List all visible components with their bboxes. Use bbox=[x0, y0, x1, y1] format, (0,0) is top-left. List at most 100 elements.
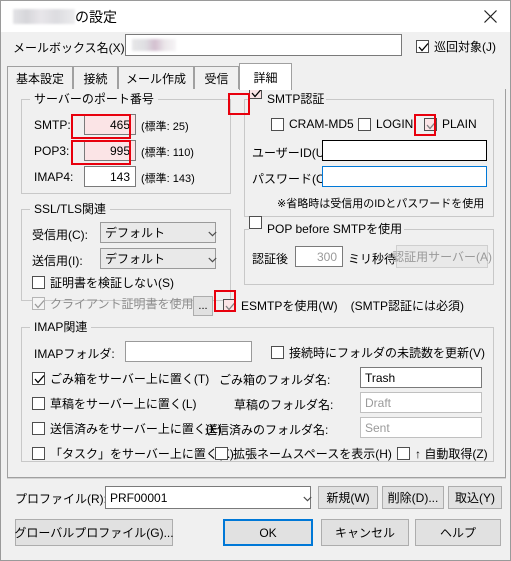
profile-select[interactable]: PRF00001 bbox=[105, 486, 312, 509]
ssl-client-cert-label: クライアント証明書を使用(F) bbox=[50, 297, 209, 311]
checkbox-box bbox=[271, 117, 284, 131]
checkbox-box bbox=[223, 299, 236, 312]
esmtp-note: (SMTP認証には必須) bbox=[350, 299, 464, 313]
profile-delete-button[interactable]: 削除(D)... bbox=[382, 486, 444, 509]
ssl-receive-select[interactable]: デフォルト bbox=[100, 222, 217, 243]
sent-folder-name-input[interactable]: Sent bbox=[360, 417, 482, 438]
auth-wait-input[interactable]: 300 bbox=[295, 246, 343, 267]
trash-folder-name-input[interactable]: Trash bbox=[360, 367, 482, 388]
title-bar: の設定 bbox=[1, 1, 510, 32]
tab-bar: 基本設定 接続 メール作成 受信 詳細 bbox=[7, 63, 506, 90]
ssl-no-verify-checkbox[interactable]: 証明書を検証しない(S) bbox=[32, 274, 174, 291]
sent-folder-name-label: 送信済みのフォルダ名: bbox=[205, 423, 329, 437]
check-icon bbox=[418, 43, 429, 52]
patrol-target-checkbox[interactable]: 巡回対象(J) bbox=[416, 38, 496, 55]
smtp-auth-plain-label: PLAIN bbox=[442, 117, 477, 131]
help-button[interactable]: ヘルプ bbox=[415, 519, 501, 546]
auto-get-checkbox[interactable]: ↑ 自動取得(Z) bbox=[397, 445, 488, 462]
trash-folder-name-label: ごみ箱のフォルダ名: bbox=[219, 373, 331, 387]
after-auth-label: 認証後 bbox=[252, 252, 289, 266]
redacted-mailbox-value bbox=[132, 39, 176, 51]
update-unread-on-connect-checkbox[interactable]: 接続時にフォルダの未読数を更新(V) bbox=[271, 344, 485, 361]
profile-import-button[interactable]: 取込(Y) bbox=[448, 486, 502, 509]
tab-mail-compose[interactable]: メール作成 bbox=[118, 66, 194, 89]
mailbox-name-input[interactable] bbox=[125, 34, 402, 56]
ssl-receive-label: 受信用(C): bbox=[32, 228, 88, 242]
mailbox-name-label: メールボックス名(X): bbox=[13, 41, 128, 55]
ssl-no-verify-label: 証明書を検証しない(S) bbox=[50, 276, 174, 290]
settings-dialog: の設定 メールボックス名(X): 巡回対象(J) 基本設定 接続 メール作成 受… bbox=[0, 0, 511, 561]
tab-label: 基本設定 bbox=[15, 71, 64, 86]
imap-group: IMAP関連 IMAPフォルダ: 接続時にフォルダの未読数を更新(V) ごみ箱を… bbox=[21, 320, 494, 462]
smtp-port-default-note: (標準: 25) bbox=[141, 121, 189, 133]
smtp-auth-login-checkbox[interactable]: LOGIN bbox=[358, 117, 413, 131]
mailbox-name-row: メールボックス名(X): 巡回対象(J) bbox=[1, 32, 510, 61]
ssl-tls-legend: SSL/TLS関連 bbox=[30, 202, 111, 216]
tab-basic-settings[interactable]: 基本設定 bbox=[7, 66, 73, 89]
smtp-auth-cram-md5-checkbox[interactable]: CRAM-MD5 bbox=[271, 117, 354, 131]
tab-label: 詳細 bbox=[253, 70, 278, 85]
pop-before-smtp-enable-checkbox[interactable] bbox=[249, 215, 262, 230]
page-title: の設定 bbox=[13, 7, 117, 27]
ok-button[interactable]: OK bbox=[223, 519, 313, 546]
check-icon bbox=[225, 302, 236, 311]
checkbox-box bbox=[32, 422, 45, 435]
tab-details[interactable]: 詳細 bbox=[239, 63, 292, 90]
draft-on-server-checkbox[interactable]: 草稿をサーバー上に置く(L) bbox=[32, 395, 197, 412]
footer-divider bbox=[7, 478, 506, 479]
check-icon bbox=[426, 120, 437, 129]
tab-receive[interactable]: 受信 bbox=[194, 66, 239, 89]
sent-on-server-checkbox[interactable]: 送信済みをサーバー上に置く(E) bbox=[32, 420, 222, 437]
task-on-server-checkbox[interactable]: 「タスク」をサーバー上に置く(K) bbox=[32, 445, 234, 462]
patrol-target-label: 巡回対象(J) bbox=[434, 40, 496, 54]
ssl-receive-value: デフォルト bbox=[105, 226, 166, 240]
ssl-send-value: デフォルト bbox=[105, 252, 166, 266]
checkbox-box bbox=[424, 117, 437, 131]
tab-label: メール作成 bbox=[126, 71, 187, 86]
smtp-auth-userid-label: ユーザーID(U): bbox=[252, 146, 332, 160]
smtp-auth-password-label: パスワード(O): bbox=[252, 172, 333, 186]
sent-on-server-label: 送信済みをサーバー上に置く(E) bbox=[50, 422, 222, 436]
auth-server-button[interactable]: 認証用サーバー(A) bbox=[392, 245, 492, 268]
tab-label: 受信 bbox=[204, 71, 229, 86]
tab-connection[interactable]: 接続 bbox=[73, 66, 118, 89]
auto-get-label: ↑ 自動取得(Z) bbox=[415, 447, 488, 461]
ssl-send-select[interactable]: デフォルト bbox=[100, 248, 217, 269]
draft-folder-name-input[interactable]: Draft bbox=[360, 392, 482, 413]
smtp-port-input[interactable]: 465 bbox=[84, 114, 136, 135]
imap4-port-input[interactable]: 143 bbox=[84, 166, 136, 187]
checkbox-box bbox=[215, 447, 228, 460]
page-title-suffix: の設定 bbox=[75, 9, 117, 25]
pop3-port-label: POP3: bbox=[34, 144, 70, 158]
smtp-auth-plain-checkbox[interactable]: PLAIN bbox=[424, 117, 477, 131]
smtp-auth-password-input[interactable] bbox=[322, 166, 487, 187]
esmtp-use-checkbox[interactable]: ESMTPを使用(W) (SMTP認証には必須) bbox=[223, 297, 464, 314]
show-extended-namespace-checkbox[interactable]: 拡張ネームスペースを表示(H) bbox=[215, 445, 392, 462]
smtp-auth-userid-input[interactable] bbox=[322, 140, 487, 161]
check-icon bbox=[34, 300, 45, 309]
task-on-server-label: 「タスク」をサーバー上に置く(K) bbox=[50, 447, 234, 461]
smtp-auth-group: SMTP認証 CRAM-MD5 LOGIN PLAIN ユーザーID(U): パ… bbox=[244, 85, 494, 217]
server-ports-legend: サーバーのポート番号 bbox=[30, 92, 158, 106]
smtp-auth-note: ※省略時は受信用のIDとパスワードを使用 bbox=[277, 198, 485, 210]
imap-folder-input[interactable] bbox=[125, 341, 252, 362]
checkbox-box bbox=[358, 117, 371, 131]
profile-label: プロファイル(R): bbox=[15, 492, 107, 506]
profile-new-button[interactable]: 新規(W) bbox=[318, 486, 378, 509]
checkbox-box bbox=[416, 40, 429, 53]
ssl-client-cert-checkbox[interactable]: クライアント証明書を使用(F) bbox=[32, 295, 209, 312]
show-extended-namespace-label: 拡張ネームスペースを表示(H) bbox=[233, 447, 392, 461]
smtp-auth-cram-md5-label: CRAM-MD5 bbox=[289, 117, 354, 131]
global-profile-button[interactable]: グローバルプロファイル(G)... bbox=[14, 519, 174, 546]
cancel-button[interactable]: キャンセル bbox=[321, 519, 409, 546]
checkbox-box bbox=[397, 447, 410, 460]
pop3-port-input[interactable]: 995 bbox=[84, 140, 136, 161]
client-cert-browse-button[interactable]: ... bbox=[193, 296, 213, 316]
smtp-port-label: SMTP: bbox=[34, 118, 71, 132]
esmtp-use-label: ESMTPを使用(W) bbox=[241, 299, 338, 313]
close-button[interactable] bbox=[468, 1, 510, 32]
redacted-account-name bbox=[13, 9, 75, 24]
trash-on-server-checkbox[interactable]: ごみ箱をサーバー上に置く(T) bbox=[32, 370, 209, 387]
dialog-footer: プロファイル(R): PRF00001 新規(W) 削除(D)... 取込(Y)… bbox=[1, 478, 510, 560]
close-icon bbox=[483, 10, 497, 23]
